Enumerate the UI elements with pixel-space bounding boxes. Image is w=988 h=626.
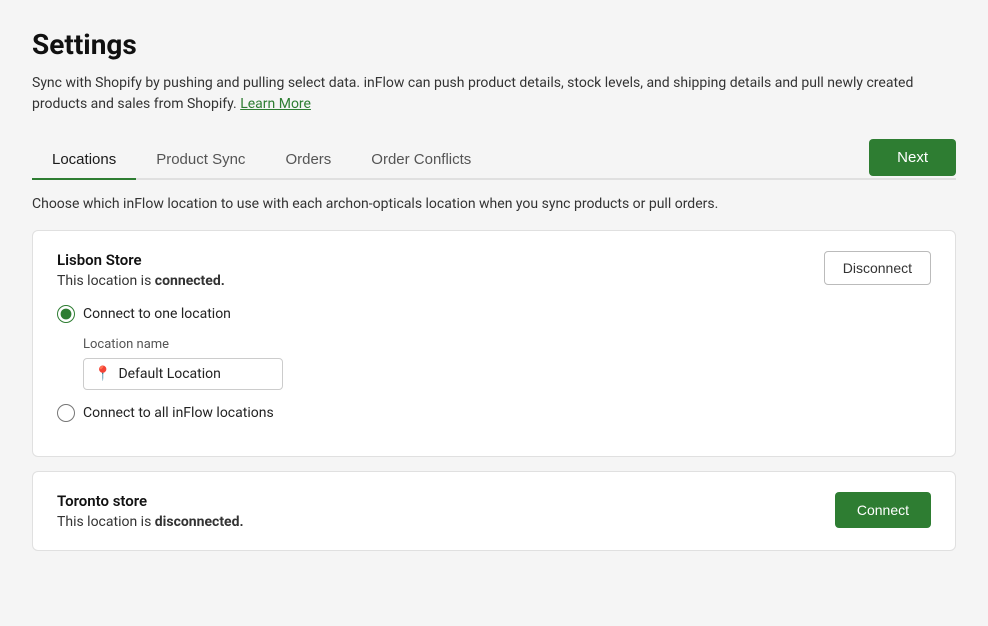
- radio-all-locations[interactable]: Connect to all inFlow locations: [57, 404, 931, 422]
- tab-locations[interactable]: Locations: [32, 141, 136, 180]
- sub-description: Choose which inFlow location to use with…: [32, 196, 956, 212]
- radio-section: Connect to one location Location name 📍 …: [57, 305, 931, 422]
- location-name-label: Location name: [83, 337, 931, 352]
- lisbon-status: This location is connected.: [57, 273, 225, 289]
- tabs-list: Locations Product Sync Orders Order Conf…: [32, 139, 869, 178]
- radio-all-locations-input[interactable]: [57, 404, 75, 422]
- tab-orders[interactable]: Orders: [265, 141, 351, 180]
- lisbon-store-card: Lisbon Store This location is connected.…: [32, 230, 956, 457]
- lisbon-name: Lisbon Store: [57, 251, 225, 269]
- toronto-info: Toronto store This location is disconnec…: [57, 492, 244, 530]
- radio-one-location[interactable]: Connect to one location: [57, 305, 931, 323]
- lisbon-info: Lisbon Store This location is connected.: [57, 251, 225, 289]
- toronto-status: This location is disconnected.: [57, 514, 244, 530]
- lisbon-header: Lisbon Store This location is connected.…: [57, 251, 931, 289]
- toronto-name: Toronto store: [57, 492, 244, 510]
- tab-order-conflicts[interactable]: Order Conflicts: [351, 141, 491, 180]
- disconnect-button[interactable]: Disconnect: [824, 251, 931, 285]
- pin-icon: 📍: [94, 366, 111, 382]
- radio-one-location-label: Connect to one location: [83, 306, 231, 322]
- page-title: Settings: [32, 28, 956, 61]
- toronto-store-card: Toronto store This location is disconnec…: [32, 471, 956, 551]
- location-input-wrapper[interactable]: 📍 Default Location: [83, 358, 283, 390]
- radio-all-locations-label: Connect to all inFlow locations: [83, 405, 274, 421]
- connect-button[interactable]: Connect: [835, 492, 931, 528]
- page-wrapper: Settings Sync with Shopify by pushing an…: [0, 0, 988, 626]
- tab-product-sync[interactable]: Product Sync: [136, 141, 265, 180]
- learn-more-link[interactable]: Learn More: [240, 96, 311, 112]
- next-button[interactable]: Next: [869, 139, 956, 176]
- location-name-field: Location name 📍 Default Location: [83, 337, 931, 390]
- toronto-header: Toronto store This location is disconnec…: [57, 492, 931, 530]
- page-description: Sync with Shopify by pushing and pulling…: [32, 73, 956, 115]
- tabs-row: Locations Product Sync Orders Order Conf…: [32, 139, 956, 180]
- radio-one-location-input[interactable]: [57, 305, 75, 323]
- location-input-value: Default Location: [118, 366, 220, 382]
